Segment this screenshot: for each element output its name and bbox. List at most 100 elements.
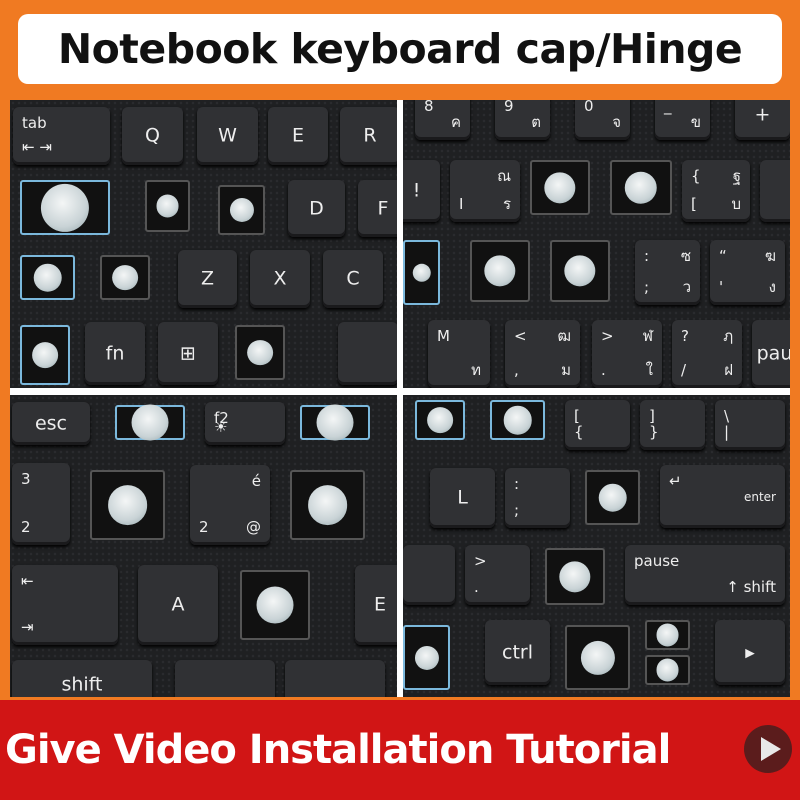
key-label: ฒ	[557, 327, 571, 345]
keycap-hinge-mechanism	[235, 325, 285, 380]
keyboard-key: L	[430, 468, 495, 528]
key-label: ,	[514, 361, 519, 379]
key-label: ง	[768, 278, 776, 296]
keycap-hinge-mechanism	[550, 240, 610, 302]
keycap-hinge-mechanism	[20, 325, 70, 385]
key-label: [	[691, 195, 697, 213]
key-label: :	[644, 247, 650, 265]
keyboard-key: D	[288, 180, 345, 237]
keyboard-key: W	[197, 107, 258, 165]
photo-bottom-left: esc f2 ☀ 3 2 2 é @ ⇤ ⇥ A Eshift	[10, 395, 397, 697]
key-label: บ	[731, 195, 741, 213]
key-label: ↵	[669, 472, 682, 490]
keyboard-key: pau	[752, 320, 790, 388]
keyboard-key: A	[138, 565, 218, 645]
keyboard-key: Mท	[428, 320, 490, 388]
keyboard-key: ]}	[640, 400, 705, 450]
key-label: !	[412, 179, 421, 202]
key-label: '	[719, 278, 724, 296]
key-label: ว	[682, 278, 691, 296]
key-label: C	[346, 267, 360, 290]
keyboard-key: ctrl	[485, 620, 550, 685]
play-icon[interactable]	[744, 725, 792, 773]
keyboard-key: 2 é @	[190, 465, 270, 545]
key-label: .	[601, 361, 606, 379]
keycap-hinge-mechanism	[645, 655, 690, 685]
key-label: ctrl	[502, 641, 533, 663]
key-label: A	[171, 593, 185, 616]
key-label: tab	[22, 114, 47, 132]
keycap-hinge-mechanism	[470, 240, 530, 302]
key-label: ฝ	[724, 361, 733, 379]
key-label: ต	[531, 113, 541, 131]
keycap-hinge-mechanism	[100, 255, 150, 300]
key-label: ฐ	[732, 167, 741, 185]
key-label: 8	[424, 100, 434, 115]
key-label: pause	[634, 552, 680, 570]
key-label: esc	[34, 412, 68, 434]
key-label: ฬ	[642, 327, 653, 345]
key-label: X	[273, 267, 287, 290]
keycap-hinge-mechanism	[145, 180, 190, 232]
keyboard-key: 32	[12, 463, 70, 545]
key-label: ☀	[214, 418, 228, 436]
key-label: fn	[105, 342, 125, 364]
key-label: D	[309, 197, 324, 219]
keyboard-key: tab ⇤ ⇥	[13, 107, 110, 165]
key-label: {	[574, 423, 584, 441]
key-label: é	[251, 472, 261, 490]
key-label: ท	[471, 361, 481, 379]
key-label: ฦ	[723, 327, 733, 345]
photo-bottom-right: [{]} \ | L:; ↵ enter >. pause ↑ shift ctrl ▸	[403, 395, 790, 697]
key-label: “	[719, 247, 727, 265]
keyboard-key: esc	[12, 402, 90, 445]
keyboard-key: shift	[12, 660, 152, 697]
key-label: <	[514, 327, 527, 345]
keyboard-key: ⇤ ⇥	[12, 565, 118, 645]
keyboard-key: > ฬ. ใ	[592, 320, 662, 388]
key-label: I	[459, 195, 464, 213]
key-label: .	[474, 578, 479, 596]
key-label: ↑ shift	[726, 578, 776, 596]
photo-top-left: tab ⇤ ⇥ Q W E R D F Z X Cfn ⊞	[10, 100, 397, 388]
keyboard-key: Z	[178, 250, 237, 308]
key-label: enter	[743, 489, 776, 504]
key-label: ร	[502, 195, 511, 213]
bottom-banner: Give Video Installation Tutorial	[0, 700, 800, 800]
key-label: [	[574, 407, 580, 425]
keyboard-key	[285, 660, 385, 697]
key-label: E	[291, 124, 304, 147]
keyboard-key: R	[340, 107, 397, 165]
key-label: ค	[450, 113, 461, 131]
keyboard-key: [{	[565, 400, 630, 450]
keyboard-key: “ ฆ ' ง	[710, 240, 785, 305]
keycap-hinge-mechanism	[545, 548, 605, 605]
keyboard-key: X	[250, 250, 310, 308]
keyboard-key: I ณร	[450, 160, 520, 222]
key-label: ⇥	[21, 618, 34, 636]
keycap-hinge-mechanism	[585, 470, 640, 525]
keycap-hinge-mechanism	[90, 470, 165, 540]
keyboard-key: E	[268, 107, 328, 165]
key-label: ▸	[745, 641, 755, 663]
keycap-hinge-mechanism	[240, 570, 310, 640]
key-label: ⇤ ⇥	[22, 138, 52, 156]
key-label: :	[514, 475, 520, 493]
key-label: Z	[200, 267, 215, 290]
key-label: 9	[504, 100, 514, 115]
key-label: shift	[61, 673, 103, 696]
keycap-hinge-mechanism	[565, 625, 630, 690]
keycap-hinge-mechanism	[415, 400, 465, 440]
keycap-hinge-mechanism	[115, 405, 185, 440]
keyboard-key: :;	[505, 468, 570, 528]
key-label: {	[691, 167, 701, 185]
keyboard-key	[338, 322, 397, 385]
key-label: \	[724, 407, 730, 425]
key-label: _	[664, 100, 672, 115]
key-label: ⇤	[21, 572, 34, 590]
keyboard-key	[760, 160, 790, 222]
keyboard-key: F	[358, 180, 397, 237]
tutorial-text: Give Video Installation Tutorial	[5, 727, 671, 773]
key-label: ;	[514, 501, 520, 519]
key-label: 3	[21, 470, 31, 488]
